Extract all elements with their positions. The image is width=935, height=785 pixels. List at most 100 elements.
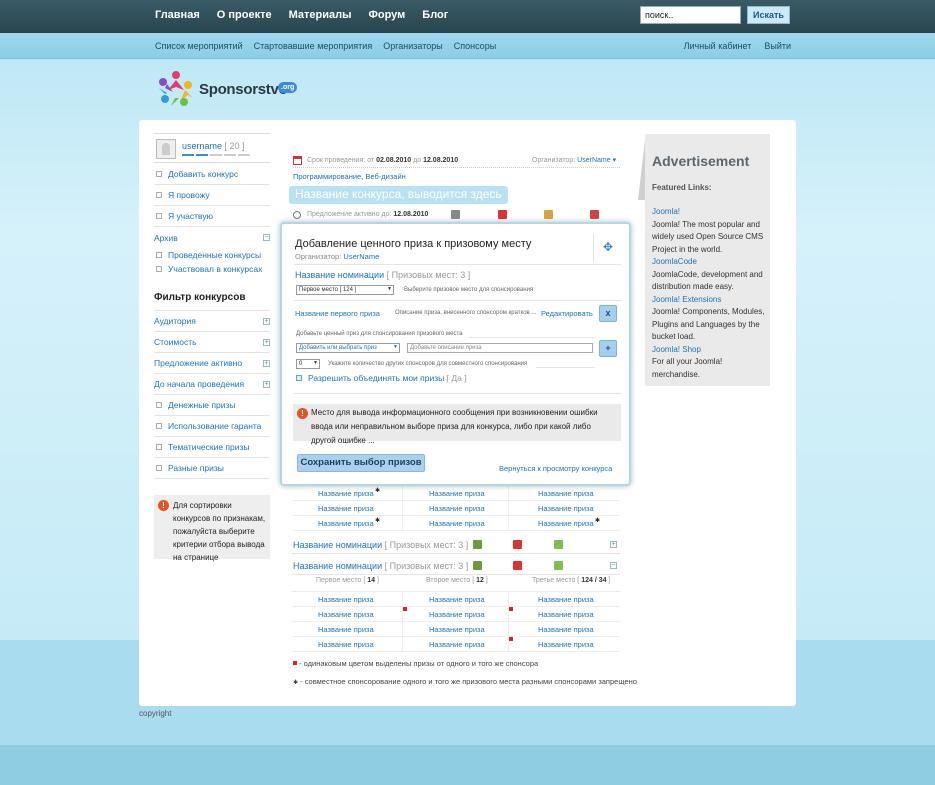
prize-link[interactable]: Название приза (318, 640, 374, 649)
add-prize-button[interactable]: + (599, 340, 617, 357)
account-nav: Личный кабинет Выйти (684, 41, 791, 51)
contest-organizer: Организатор: UserName ▾ (532, 157, 617, 164)
sidebar-item-i-host[interactable]: Я провожу (154, 185, 270, 206)
first-prize-link[interactable]: Название первого приза (295, 309, 380, 318)
prize-link[interactable]: Название приза (429, 519, 485, 528)
prize-link[interactable]: Название приза (318, 625, 374, 634)
sidebar-item-label: Использование гаранта (168, 421, 262, 431)
sidebar-subitem-participated[interactable]: Участвовал в конкурсах (154, 262, 270, 276)
collapse-icon[interactable]: − (610, 562, 617, 569)
merge-link[interactable]: Разрешить объединять мои призы (308, 373, 444, 383)
sidebar-actions: Добавить конкурс Я провожу Я участвую Ар… (154, 164, 270, 276)
prize-link[interactable]: Название приза (538, 625, 594, 634)
prize-link[interactable]: Название приза (429, 595, 485, 604)
prize-description: Описание приза, внесенного спонсором кра… (395, 310, 537, 316)
remove-prize-button[interactable]: x (599, 305, 617, 322)
organizer-link[interactable]: UserName (577, 157, 610, 164)
modal-organizer: Организатор: UserName (295, 252, 380, 261)
merge-checkbox[interactable] (296, 375, 302, 381)
expand-icon[interactable]: + (610, 541, 617, 548)
prize-link[interactable]: Название приза (318, 489, 374, 498)
nav-about[interactable]: О проекте (217, 9, 272, 21)
prize-link[interactable]: Название приза (429, 610, 485, 619)
sidebar-subitem-held[interactable]: Проведенные конкурсы (154, 248, 270, 262)
ad-link-joomla[interactable]: Joomla! (652, 206, 768, 219)
filter-cost[interactable]: Стоимость + (154, 332, 270, 353)
prize-link[interactable]: Название приза (429, 504, 485, 513)
subnav-organizers[interactable]: Организаторы (383, 41, 443, 51)
filter-active[interactable]: Предложение активно + (154, 353, 270, 374)
cosponsor-count-select[interactable]: 0 (296, 359, 320, 369)
nomination-link[interactable]: Название номинации (293, 561, 382, 571)
filter-audience[interactable]: Аудитория + (154, 311, 270, 332)
back-to-contest-link[interactable]: Вернуться к просмотру конкурса (499, 464, 612, 473)
prize-link[interactable]: Название приза (429, 489, 485, 498)
prize-link[interactable]: Название приза (429, 625, 485, 634)
avatar[interactable] (156, 139, 176, 159)
save-prizes-button[interactable]: Сохранить выбор призов (297, 454, 425, 472)
site-logo[interactable]: Sponsorstvo .org (155, 68, 305, 110)
checkbox-icon (156, 171, 162, 177)
logout-link[interactable]: Выйти (764, 41, 791, 51)
prize-link[interactable]: Название приза (318, 610, 374, 619)
prize-link[interactable]: Название приза (538, 519, 594, 528)
nomination-link[interactable]: Название номинации (295, 270, 384, 280)
nomination-row-3[interactable]: Название номинации [ Призовых мест: 3 ] … (292, 557, 620, 575)
expand-icon[interactable]: + (263, 317, 270, 325)
ad-link-shop[interactable]: Joomla! Shop (652, 344, 768, 357)
sidebar-item-i-participate[interactable]: Я участвую (154, 206, 270, 227)
search-button[interactable]: Искать (747, 6, 790, 24)
prize-link[interactable]: Название приза (429, 640, 485, 649)
expand-icon[interactable]: + (263, 380, 270, 388)
prize-link[interactable]: Название приза (318, 504, 374, 513)
search-input[interactable]: поиск.. (640, 6, 741, 24)
calendar-icon (293, 156, 302, 165)
ad-link-joomlacode[interactable]: JoomlaCode (652, 256, 768, 269)
account-link[interactable]: Личный кабинет (684, 41, 752, 51)
expand-icon[interactable]: + (263, 338, 270, 346)
place-select[interactable]: Первое место [ 124 ] (296, 285, 394, 295)
sidebar-item-label: Тематические призы (168, 442, 250, 452)
error-icon: ! (297, 408, 308, 419)
move-icon[interactable]: ✥ (602, 241, 614, 253)
filter-before-start[interactable]: До начала проведения + (154, 374, 270, 395)
nav-home[interactable]: Главная (155, 9, 200, 21)
nav-materials[interactable]: Материалы (289, 9, 352, 21)
sidebar-item-label: Добавить конкурс (168, 169, 239, 179)
prize-link[interactable]: Название приза (538, 640, 594, 649)
subnav-events[interactable]: Список мероприятий (155, 41, 243, 51)
nav-blog[interactable]: Блог (422, 9, 448, 21)
sidebar-item-label: До начала проведения (154, 379, 245, 389)
prize-link[interactable]: Название приза (538, 595, 594, 604)
prize-link[interactable]: Название приза (538, 504, 594, 513)
filter-thematic[interactable]: Тематические призы (154, 437, 270, 458)
username-link[interactable]: username (182, 141, 222, 151)
organizer-link[interactable]: UserName (343, 252, 379, 261)
subnav-sponsors[interactable]: Спонсоры (454, 41, 496, 51)
subnav-started[interactable]: Стартовавшие мероприятия (254, 41, 373, 51)
nomination-link[interactable]: Название номинации (293, 540, 382, 550)
expand-icon[interactable]: + (263, 359, 270, 367)
filter-money-prizes[interactable]: Денежные призы (154, 395, 270, 416)
add-prize-select[interactable]: Добавить или выбрать приз (296, 343, 400, 353)
prize-link[interactable]: Название приза (318, 595, 374, 604)
nomination-row-2[interactable]: Название номинации [ Призовых мест: 3 ] … (292, 536, 620, 554)
filter-guarantor[interactable]: Использование гаранта (154, 416, 270, 437)
sidebar-item-add-contest[interactable]: Добавить конкурс (154, 164, 270, 185)
edit-prize-link[interactable]: Редактировать (541, 309, 593, 318)
contest-tags[interactable]: Программирование, Веб-дизайн (293, 172, 406, 181)
ad-subtitle: Featured Links: (652, 183, 712, 192)
ad-link-extensions[interactable]: Joomla! Extensions (652, 294, 768, 307)
sidebar-item-archive[interactable]: Архив − (154, 227, 270, 248)
filter-various[interactable]: Разные призы (154, 458, 270, 479)
prize-link[interactable]: Название приза (538, 489, 594, 498)
checkbox-icon (156, 402, 162, 408)
prize-link[interactable]: Название приза (318, 519, 374, 528)
table-row: Название приза ✱ Название приза Название пр… (292, 486, 620, 501)
prize-description-input[interactable]: Добавьте описание приза (407, 343, 593, 353)
collapse-icon[interactable]: − (263, 234, 270, 241)
user-score: [ 20 ] (224, 141, 245, 151)
chevron-down-icon[interactable]: ▾ (613, 157, 617, 164)
nav-forum[interactable]: Форум (368, 9, 405, 21)
prize-link[interactable]: Название приза (538, 610, 594, 619)
